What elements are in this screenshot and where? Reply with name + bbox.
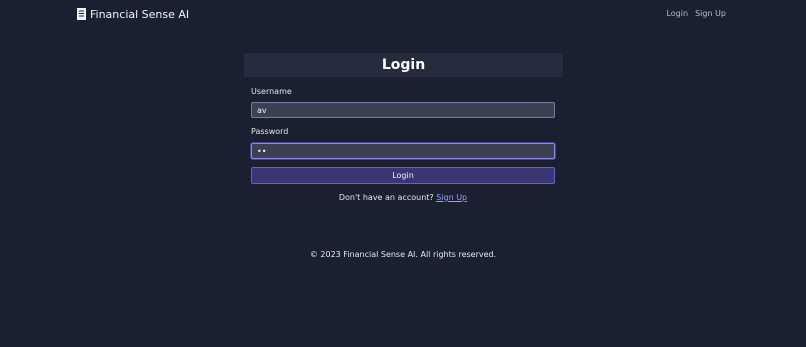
brand[interactable]: Financial Sense AI (77, 7, 189, 21)
signup-prompt-text: Don't have an account? (338, 193, 434, 202)
nav-signup-link[interactable]: Sign Up (695, 9, 726, 18)
password-input[interactable] (251, 143, 555, 159)
top-nav: Login Sign Up (666, 9, 726, 18)
username-input[interactable] (251, 102, 555, 118)
signup-link[interactable]: Sign Up (436, 193, 467, 202)
document-icon (77, 8, 86, 20)
nav-login-link[interactable]: Login (666, 9, 688, 18)
password-label: Password (251, 127, 289, 136)
page-title: Login (381, 57, 426, 73)
signup-prompt: Don't have an account? Sign Up (0, 193, 806, 202)
brand-name: Financial Sense AI (90, 7, 190, 21)
login-button[interactable]: Login (251, 167, 555, 184)
username-label: Username (251, 87, 292, 96)
footer-copyright: © 2023 Financial Sense AI. All rights re… (309, 250, 497, 259)
login-card-header: Login (244, 53, 563, 77)
